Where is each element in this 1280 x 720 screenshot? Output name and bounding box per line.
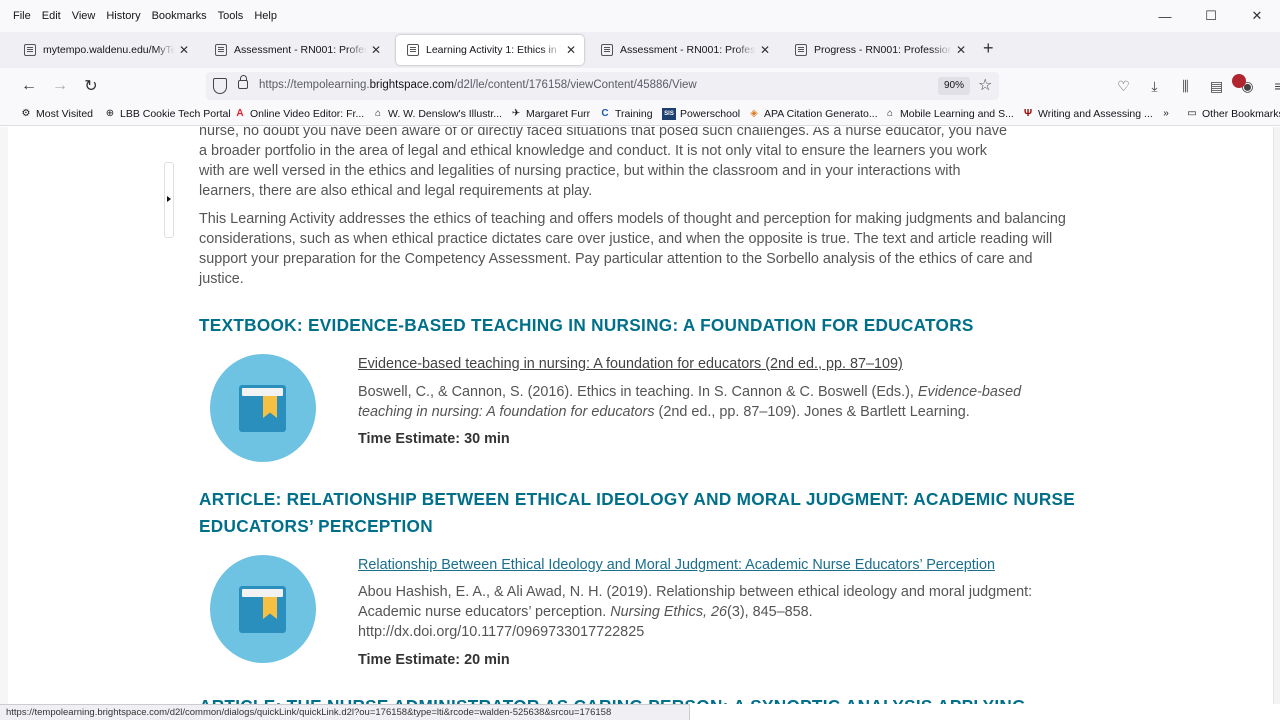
textbook-citation: Boswell, C., & Cannon, S. (2016). Ethics… xyxy=(358,384,1022,420)
bookmark-writing-assessing[interactable]: Ψ Writing and Assessing ... xyxy=(1022,108,1153,120)
sis-icon: SIS xyxy=(662,108,676,120)
sidebar-toggle-button[interactable] xyxy=(164,162,174,238)
left-gutter xyxy=(0,127,8,704)
page-content: nurse, no doubt you have been aware of o… xyxy=(0,127,1280,704)
close-tab-icon[interactable]: ✕ xyxy=(371,43,381,57)
c-logo-icon: C xyxy=(601,108,609,119)
downloads-icon[interactable]: ⤓ xyxy=(1139,78,1170,95)
tab-label: Assessment - RN001: Professional xyxy=(620,44,756,56)
intro-line: nurse, no doubt you have been aware of o… xyxy=(199,127,1007,139)
section-heading-article-3: ARTICLE: THE NURSE ADMINISTRATOR AS CARI… xyxy=(199,693,1099,704)
tab-label: Assessment - RN001: Professional xyxy=(234,44,367,56)
close-tab-icon[interactable]: ✕ xyxy=(956,43,966,57)
pocket-icon[interactable]: ♡ xyxy=(1108,78,1139,95)
tab-label: Learning Activity 1: Ethics in Teaching xyxy=(426,44,562,56)
bookmark-powerschool[interactable]: SIS Powerschool xyxy=(662,108,740,120)
tab-assessment-2[interactable]: Assessment - RN001: Professional ✕ xyxy=(590,35,778,65)
citation-icon: ◈ xyxy=(750,108,758,119)
time-estimate: Time Estimate: 20 min xyxy=(358,652,510,668)
article-link[interactable]: Relationship Between Ethical Ideology an… xyxy=(358,555,995,575)
textbook-link[interactable]: Evidence-based teaching in nursing: A fo… xyxy=(358,354,903,374)
address-bar[interactable]: https://tempolearning.brightspace.com/d2… xyxy=(206,72,999,100)
bookmark-apa-citation[interactable]: ◈ APA Citation Generato... xyxy=(748,108,877,120)
other-bookmarks[interactable]: ▭ Other Bookmarks xyxy=(1186,108,1280,120)
learning-activity-paragraph: This Learning Activity addresses the eth… xyxy=(199,211,1066,287)
zoom-indicator[interactable]: 90% xyxy=(938,77,971,95)
bookmark-video-editor[interactable]: A Online Video Editor: Fr... xyxy=(234,108,364,120)
tab-mytempo[interactable]: mytempo.waldenu.edu/MyTempo ✕ xyxy=(13,35,197,65)
bookmark-margaret-furr[interactable]: ✈ Margaret Furr xyxy=(510,108,590,120)
page-icon xyxy=(24,44,36,56)
page-icon xyxy=(215,44,227,56)
bookmarks-bar: ⚙ Most Visited ⊕ LBB Cookie Tech Portal AO… xyxy=(0,104,1280,126)
reload-icon[interactable]: ↻ xyxy=(81,76,101,96)
forward-icon[interactable]: → xyxy=(50,76,70,96)
menu-icon[interactable]: ≡ xyxy=(1263,78,1280,95)
scrollbar[interactable] xyxy=(1273,127,1280,704)
window-controls: — ☐ ✕ xyxy=(1142,0,1280,32)
maximize-button[interactable]: ☐ xyxy=(1188,0,1234,32)
trident-icon: Ψ xyxy=(1023,108,1033,119)
tab-assessment-1[interactable]: Assessment - RN001: Professional ✕ xyxy=(204,35,389,65)
gear-icon: ⚙ xyxy=(21,108,31,119)
bookmark-lbb-cookie[interactable]: ⊕ LBB Cookie Tech Portal xyxy=(104,108,231,120)
menu-bookmarks[interactable]: Bookmarks xyxy=(152,10,207,22)
tab-label: Progress - RN001: Professional Competenc… xyxy=(814,44,952,56)
intro-line: with are well versed in the ethics and l… xyxy=(199,163,961,179)
bookmark-training[interactable]: C Training xyxy=(599,108,652,120)
close-tab-icon[interactable]: ✕ xyxy=(179,43,189,57)
close-tab-icon[interactable]: ✕ xyxy=(760,43,770,57)
tab-learning-activity[interactable]: Learning Activity 1: Ethics in Teaching … xyxy=(396,35,584,65)
page-icon xyxy=(407,44,419,56)
adobe-icon: A xyxy=(236,108,244,119)
tracking-shield-icon[interactable] xyxy=(213,78,227,94)
toolbar-icons: ♡ ⤓ ⫼ ▤ ◉ ≡ xyxy=(1108,78,1280,95)
minimize-button[interactable]: — xyxy=(1142,0,1188,32)
page-icon xyxy=(795,44,807,56)
tab-label: mytempo.waldenu.edu/MyTempo xyxy=(43,44,175,56)
close-window-button[interactable]: ✕ xyxy=(1234,0,1280,32)
library-icon[interactable]: ⫼ xyxy=(1170,78,1201,95)
book-icon xyxy=(210,354,316,462)
sidebar-icon[interactable]: ▤ xyxy=(1201,78,1232,95)
url-text[interactable]: https://tempolearning.brightspace.com/d2… xyxy=(259,79,697,91)
back-icon[interactable]: ← xyxy=(19,76,39,96)
bookmark-star-icon[interactable]: ☆ xyxy=(978,75,992,95)
runner-icon: ✈ xyxy=(511,108,521,119)
bookmark-most-visited[interactable]: ⚙ Most Visited xyxy=(20,108,93,120)
book-icon xyxy=(210,555,316,663)
new-tab-icon[interactable]: + xyxy=(983,38,994,59)
menu-view[interactable]: View xyxy=(72,10,96,22)
time-estimate: Time Estimate: 30 min xyxy=(358,431,510,447)
globe-icon: ⊕ xyxy=(105,108,115,119)
nav-bar: ← → ↻ https://tempolearning.brightspace.… xyxy=(0,68,1280,104)
intro-paragraph: nurse, no doubt you have been aware of o… xyxy=(199,127,1079,201)
section-heading-textbook: TEXTBOOK: EVIDENCE-BASED TEACHING IN NUR… xyxy=(199,315,974,335)
lock-icon[interactable] xyxy=(238,75,248,89)
bookmark-mobile-learning[interactable]: ⌂ Mobile Learning and S... xyxy=(884,108,1014,120)
article-citation: Abou Hashish, E. A., & Ali Awad, N. H. (… xyxy=(358,584,1033,640)
menu-file[interactable]: File xyxy=(13,10,31,22)
page-icon xyxy=(601,44,613,56)
folder-icon: ▭ xyxy=(1187,108,1197,119)
menu-tools[interactable]: Tools xyxy=(218,10,244,22)
close-tab-icon[interactable]: ✕ xyxy=(566,43,576,57)
section-heading-article: ARTICLE: RELATIONSHIP BETWEEN ETHICAL ID… xyxy=(199,489,1076,536)
bookmarks-overflow-icon[interactable]: » xyxy=(1160,108,1176,120)
extension-badge xyxy=(1232,74,1246,88)
tab-strip: mytempo.waldenu.edu/MyTempo ✕ Assessment… xyxy=(0,32,1280,68)
menu-history[interactable]: History xyxy=(106,10,140,22)
status-bar-url: https://tempolearning.brightspace.com/d2… xyxy=(0,704,690,720)
building-icon: ⌂ xyxy=(886,108,894,119)
intro-line: learners, there are also ethical and leg… xyxy=(199,183,593,199)
bookmark-denslow[interactable]: ⌂ W. W. Denslow's Illustr... xyxy=(372,108,502,120)
tab-progress[interactable]: Progress - RN001: Professional Competenc… xyxy=(784,35,974,65)
menu-edit[interactable]: Edit xyxy=(42,10,61,22)
menu-help[interactable]: Help xyxy=(254,10,277,22)
menu-bar: File Edit View History Bookmarks Tools H… xyxy=(0,0,1280,32)
archive-icon: ⌂ xyxy=(374,108,382,119)
intro-line: a broader portfolio in the area of legal… xyxy=(199,143,987,159)
